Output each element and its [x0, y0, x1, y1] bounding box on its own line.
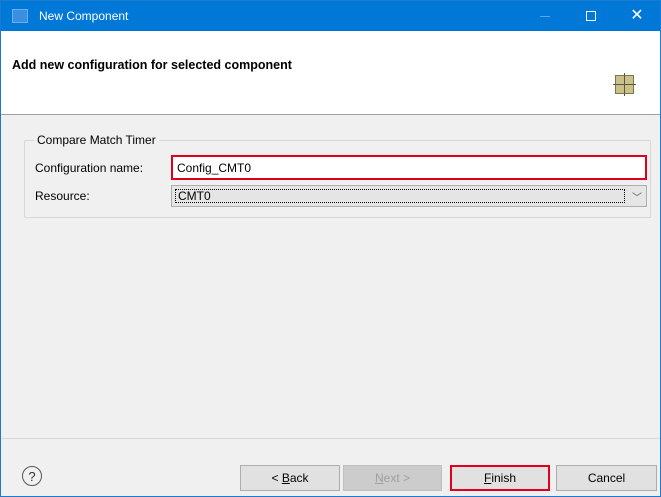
- component-grid-icon: [613, 73, 636, 96]
- help-icon: ?: [28, 468, 36, 484]
- group-legend: Compare Match Timer: [34, 133, 159, 147]
- next-button-mnemonic: N: [374, 471, 384, 485]
- back-button-mnemonic: B: [281, 471, 290, 485]
- title-bar[interactable]: New Component ✕: [1, 1, 660, 31]
- help-button[interactable]: ?: [22, 466, 42, 486]
- resource-select[interactable]: CMT0 ﹀: [171, 185, 647, 207]
- back-button-rest: ack: [289, 471, 309, 485]
- header-banner: Add new configuration for selected compo…: [1, 31, 660, 115]
- dialog-window: New Component ✕ Add new configuration fo…: [0, 0, 661, 497]
- resource-label: Resource:: [35, 189, 90, 203]
- minimize-button[interactable]: [522, 1, 568, 31]
- configuration-name-label: Configuration name:: [35, 161, 144, 175]
- maximize-button[interactable]: [568, 1, 614, 31]
- finish-button-mnemonic: F: [483, 471, 492, 485]
- app-icon: [12, 9, 28, 23]
- resource-selected-value: CMT0: [175, 189, 625, 203]
- maximize-icon: [586, 11, 596, 21]
- cancel-button[interactable]: Cancel: [556, 465, 657, 491]
- close-icon: ✕: [630, 7, 644, 24]
- finish-button[interactable]: Finish: [450, 465, 550, 491]
- cancel-button-label: Cancel: [587, 471, 626, 485]
- finish-button-rest: inish: [491, 471, 517, 485]
- close-button[interactable]: ✕: [614, 1, 660, 31]
- next-button[interactable]: Next >: [343, 465, 442, 491]
- configuration-name-input[interactable]: [171, 155, 647, 180]
- minimize-icon: [540, 15, 550, 17]
- back-button-prefix: <: [271, 471, 282, 485]
- chevron-down-icon: ﹀: [632, 193, 642, 204]
- window-title: New Component: [39, 9, 129, 23]
- back-button[interactable]: < Back: [240, 465, 340, 491]
- next-button-rest: ext >: [383, 471, 411, 485]
- footer-divider: [1, 438, 660, 439]
- banner-title: Add new configuration for selected compo…: [12, 58, 292, 72]
